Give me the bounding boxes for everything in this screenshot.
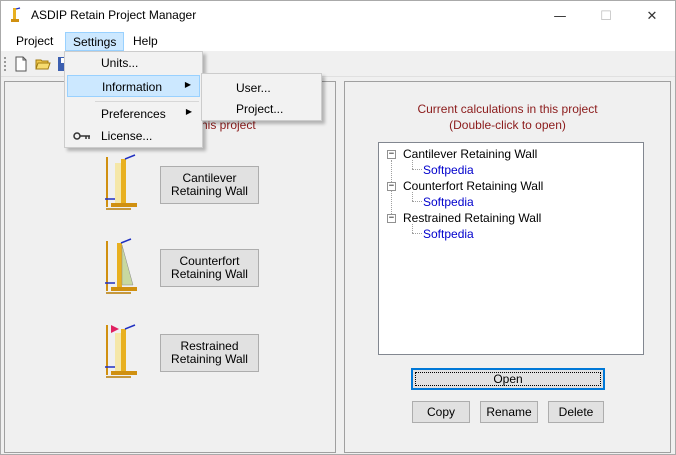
delete-button[interactable]: Delete (548, 401, 604, 423)
menu-item-label: Units... (101, 56, 139, 70)
close-button[interactable]: ✕ (629, 1, 675, 31)
open-folder-icon[interactable] (35, 56, 51, 72)
new-file-icon[interactable] (13, 56, 29, 72)
app-window: ASDIP Retain Project Manager — ☐ ✕ Proje… (0, 0, 676, 455)
tree-node-label: Cantilever Retaining Wall (403, 147, 538, 161)
menu-separator (95, 101, 199, 102)
tree-node-label: Counterfort Retaining Wall (403, 179, 544, 193)
tree-node-label: Restrained Retaining Wall (403, 211, 542, 225)
counterfort-wall-button[interactable]: Counterfort Retaining Wall (160, 249, 259, 287)
menu-settings[interactable]: Settings (65, 32, 125, 51)
window-title: ASDIP Retain Project Manager (31, 8, 197, 22)
title-bar: ASDIP Retain Project Manager — ☐ ✕ (1, 1, 675, 31)
menu-item-label: Information (102, 80, 163, 94)
counterfort-wall-icon (105, 238, 137, 294)
tree-leaf-restrained-softpedia[interactable]: Softpedia (379, 227, 643, 243)
menu-item-units[interactable]: Units... (67, 52, 200, 74)
tree-node-counterfort[interactable]: − Counterfort Retaining Wall (379, 179, 643, 195)
open-button[interactable]: Open (411, 368, 605, 390)
settings-dropdown: Units... Information ▶ Preferences ▶ Lic… (64, 51, 203, 148)
tree-leaf-label: Softpedia (423, 195, 474, 209)
cantilever-wall-button[interactable]: Cantilever Retaining Wall (160, 166, 259, 204)
minimize-button[interactable]: — (537, 1, 583, 31)
collapse-icon[interactable]: − (387, 150, 396, 159)
menu-bar: Project Settings Help (1, 31, 675, 51)
restrained-wall-icon (105, 324, 137, 378)
tree-node-restrained[interactable]: − Restrained Retaining Wall (379, 211, 643, 227)
key-icon (73, 132, 90, 140)
information-submenu: User... Project... (201, 73, 322, 121)
tree-leaf-counterfort-softpedia[interactable]: Softpedia (379, 195, 643, 211)
menu-item-information[interactable]: Information ▶ (67, 75, 200, 97)
app-icon (11, 7, 21, 22)
restrained-wall-button[interactable]: Restrained Retaining Wall (160, 334, 259, 372)
copy-button[interactable]: Copy (412, 401, 470, 423)
submenu-arrow-icon: ▶ (185, 107, 192, 116)
tree-node-cantilever[interactable]: − Cantilever Retaining Wall (379, 147, 643, 163)
calculations-caption: Current calculations in this project (417, 102, 598, 116)
menu-item-label: Preferences (101, 107, 166, 121)
menu-item-preferences[interactable]: Preferences ▶ (67, 103, 200, 125)
menu-help[interactable]: Help (126, 32, 165, 51)
maximize-button[interactable]: ☐ (583, 1, 629, 31)
menu-item-license[interactable]: License... (67, 125, 200, 147)
submenu-item-project[interactable]: Project... (236, 102, 283, 116)
submenu-arrow-icon: ▶ (184, 80, 191, 89)
collapse-icon[interactable]: − (387, 214, 396, 223)
calculations-hint: (Double-click to open) (449, 118, 566, 132)
tree-leaf-cantilever-softpedia[interactable]: Softpedia (379, 163, 643, 179)
calculations-tree[interactable]: − Cantilever Retaining Wall Softpedia − … (378, 142, 644, 355)
cantilever-wall-icon (105, 154, 137, 210)
tree-leaf-label: Softpedia (423, 227, 474, 241)
toolbar-grip (4, 57, 7, 71)
collapse-icon[interactable]: − (387, 182, 396, 191)
rename-button[interactable]: Rename (480, 401, 538, 423)
menu-project[interactable]: Project (9, 32, 60, 51)
tree-leaf-label: Softpedia (423, 163, 474, 177)
submenu-item-user[interactable]: User... (236, 81, 271, 95)
menu-item-label: License... (101, 129, 153, 143)
